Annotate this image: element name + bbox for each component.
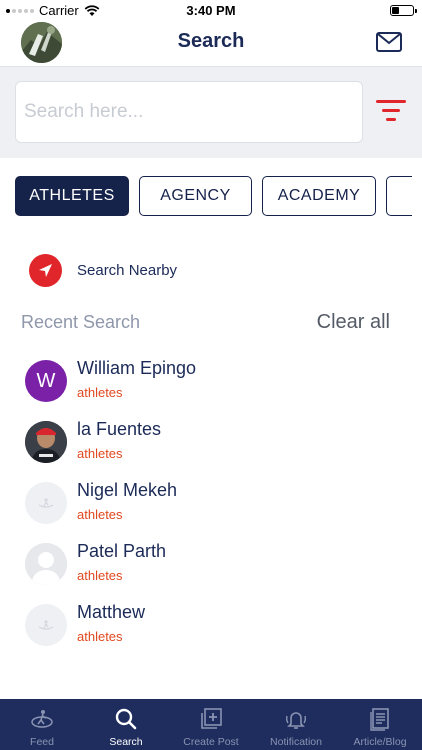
nav-article-blog[interactable]: Article/Blog <box>338 699 422 750</box>
create-post-icon <box>201 708 222 729</box>
list-item-category: athletes <box>77 446 123 461</box>
tab-athletes[interactable]: ATHLETES <box>15 176 129 216</box>
avatar: W <box>25 360 67 402</box>
nav-article-blog-label: Article/Blog <box>353 736 407 748</box>
nav-search[interactable]: Search <box>84 699 168 750</box>
list-item-category: athletes <box>77 568 123 583</box>
nav-notification[interactable]: Notification <box>254 699 338 750</box>
list-item-category: athletes <box>77 629 123 644</box>
nav-notification-label: Notification <box>270 736 322 748</box>
list-item[interactable]: Matthew athletes <box>25 596 405 648</box>
list-item-name: Matthew <box>77 602 146 622</box>
search-icon <box>115 708 137 730</box>
athlete-logo-icon <box>38 498 54 508</box>
list-item-name: Patel Parth <box>77 541 167 561</box>
list-item[interactable]: Patel Parth athletes <box>25 535 405 587</box>
search-input[interactable] <box>15 81 363 143</box>
notification-icon <box>285 712 307 729</box>
tab-more[interactable] <box>386 176 412 216</box>
battery-icon <box>390 5 417 16</box>
nav-create-post-label: Create Post <box>183 736 239 748</box>
nav-feed-label: Feed <box>30 736 54 748</box>
nav-feed[interactable]: Feed <box>0 699 84 750</box>
nav-create-post[interactable]: Create Post <box>168 699 254 750</box>
list-item-category: athletes <box>77 385 123 400</box>
avatar <box>25 482 67 524</box>
clear-all-button[interactable]: Clear all <box>317 311 390 334</box>
page-title: Search <box>177 30 245 52</box>
list-item[interactable]: W William Epingo athletes <box>25 352 405 404</box>
mail-icon <box>376 32 402 52</box>
tab-agency[interactable]: AGENCY <box>139 176 252 216</box>
article-icon <box>370 708 389 731</box>
filter-button[interactable] <box>376 98 406 124</box>
category-tabs: ATHLETES AGENCY ACADEMY <box>15 176 412 216</box>
list-item-name: Nigel Mekeh <box>77 480 178 500</box>
search-nearby-label: Search Nearby <box>77 261 178 279</box>
search-nearby-row[interactable]: Search Nearby <box>29 253 177 287</box>
mail-button[interactable] <box>376 32 402 52</box>
nav-search-label: Search <box>109 736 143 748</box>
feed-icon <box>31 710 53 728</box>
user-silhouette-icon <box>25 543 67 585</box>
avatar <box>25 543 67 585</box>
header: Search <box>0 22 422 66</box>
tab-academy[interactable]: ACADEMY <box>262 176 376 216</box>
location-arrow-icon <box>29 253 62 287</box>
status-bar: Carrier 3:40 PM <box>0 0 422 22</box>
athlete-logo-icon <box>38 620 54 630</box>
bottom-navigation: Feed Search Create Post Notification Art… <box>0 699 422 750</box>
avatar <box>25 604 67 646</box>
avatar <box>25 421 67 463</box>
list-item[interactable]: Nigel Mekeh athletes <box>25 474 405 526</box>
recent-search-title: Recent Search <box>21 312 141 332</box>
list-item-category: athletes <box>77 507 123 522</box>
status-time: 3:40 PM <box>186 3 236 18</box>
list-item[interactable]: la Fuentes athletes <box>25 413 405 465</box>
list-item-name: la Fuentes <box>77 419 162 439</box>
list-item-name: William Epingo <box>77 358 197 378</box>
filter-icon <box>376 100 406 103</box>
search-section <box>0 66 422 158</box>
